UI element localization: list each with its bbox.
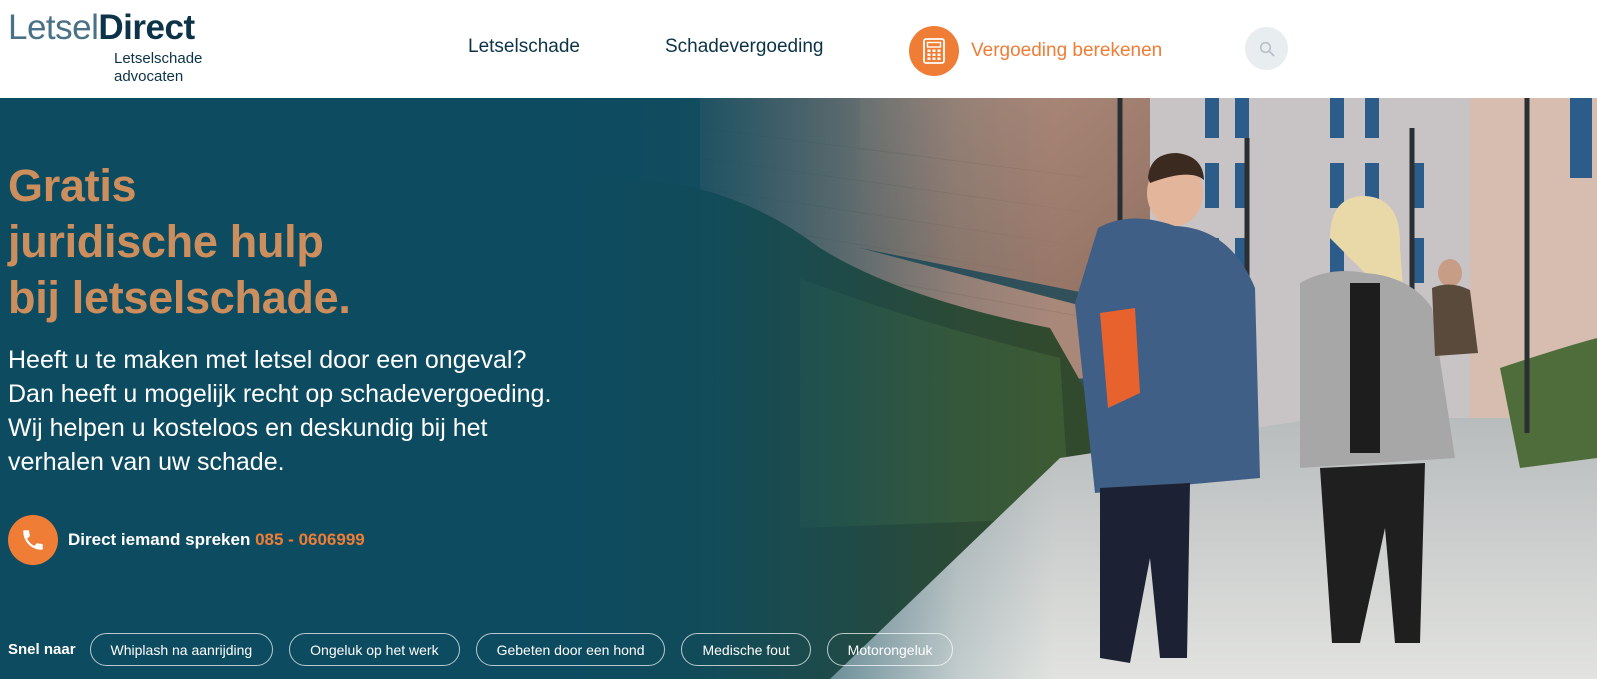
quick-link-medical-error[interactable]: Medische fout — [681, 633, 811, 666]
nav-link-letselschade[interactable]: Letselschade — [468, 36, 580, 58]
hero-headline-line1: Gratis — [8, 160, 137, 211]
logo[interactable]: LetselDirect Letselschade advocaten — [8, 10, 238, 90]
quick-links: Snel naar Whiplash na aanrijding Ongeluk… — [8, 633, 969, 666]
phone-icon — [23, 530, 43, 550]
quick-link-motorcycle-accident[interactable]: Motorongeluk — [826, 633, 954, 666]
search-button[interactable] — [1245, 27, 1288, 70]
site-header: LetselDirect Letselschade advocaten Lets… — [0, 0, 1597, 98]
contact-label: Direct iemand spreken — [68, 530, 251, 549]
quick-link-whiplash[interactable]: Whiplash na aanrijding — [89, 633, 274, 666]
logo-subtitle: Letselschade advocaten — [114, 50, 234, 86]
hero-section: Gratis juridische hulp bij letselschade.… — [0, 98, 1597, 679]
quick-link-work-accident[interactable]: Ongeluk op het werk — [289, 633, 460, 666]
calculator-icon — [909, 26, 959, 76]
logo-wordmark: LetselDirect — [8, 10, 195, 46]
logo-word-direct: Direct — [98, 8, 195, 47]
hero-intro-line2: Dan heeft u mogelijk recht op schadeverg… — [8, 380, 552, 408]
calculate-compensation-label: Vergoeding berekenen — [971, 40, 1163, 61]
hero-headline-line2: juridische hulp — [8, 216, 324, 267]
search-icon — [1259, 41, 1274, 56]
hero-headline: Gratis juridische hulp bij letselschade. — [8, 158, 351, 326]
hero-headline-line3: bij letselschade. — [8, 272, 351, 323]
hero-intro-line1: Heeft u te maken met letsel door een ong… — [8, 346, 527, 374]
calculate-compensation-button[interactable]: Vergoeding berekenen — [909, 26, 1162, 76]
hero-intro: Heeft u te maken met letsel door een ong… — [8, 343, 628, 479]
nav-link-schadevergoeding[interactable]: Schadevergoeding — [665, 36, 823, 58]
phone-button[interactable] — [8, 515, 58, 565]
quick-link-dog-bite[interactable]: Gebeten door een hond — [475, 633, 666, 666]
quick-links-label: Snel naar — [8, 641, 76, 658]
hero-intro-line4: verhalen van uw schade. — [8, 448, 285, 476]
phone-number-link[interactable]: 085 - 0606999 — [255, 530, 365, 549]
logo-subtitle-line1: Letselschade — [114, 50, 203, 67]
contact-row: Direct iemand spreken 085 - 0606999 — [8, 515, 365, 565]
logo-subtitle-line2: advocaten — [114, 68, 184, 85]
hero-intro-line3: Wij helpen u kosteloos en deskundig bij … — [8, 414, 488, 442]
contact-text: Direct iemand spreken 085 - 0606999 — [68, 530, 365, 550]
logo-word-letsel: Letsel — [8, 8, 99, 47]
